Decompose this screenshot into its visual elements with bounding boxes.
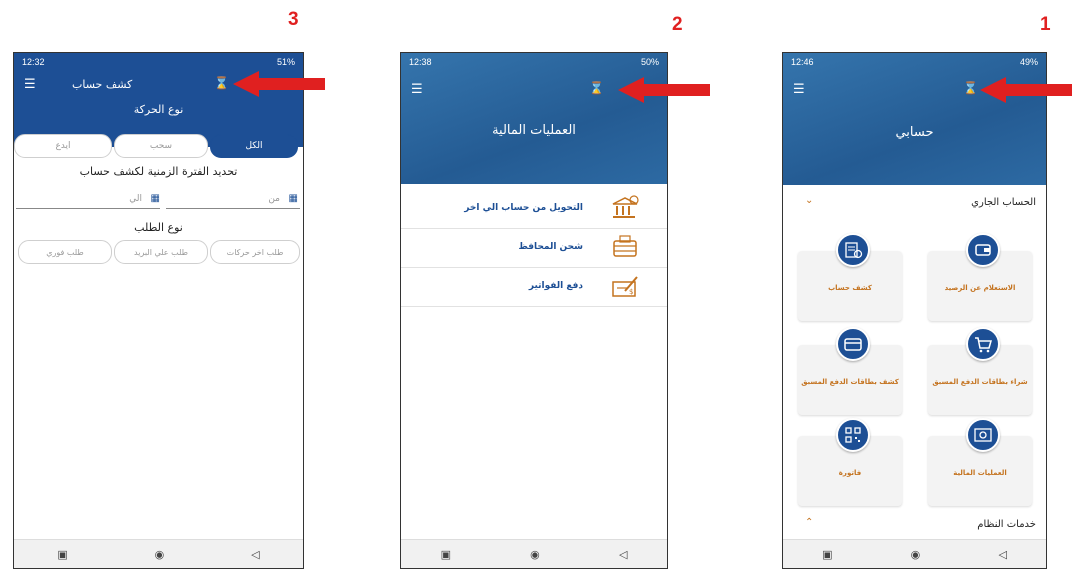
cart-icon: [966, 327, 1000, 361]
hamburger-icon[interactable]: ☰: [411, 83, 423, 96]
tile-label: فاتورة: [838, 469, 862, 477]
tile-account-statement[interactable]: كشف حساب: [798, 233, 902, 321]
section-current-label: الحساب الجاري: [971, 197, 1036, 208]
list-item-wallet-charge[interactable]: شحن المحافظ: [401, 229, 667, 268]
calendar-icon[interactable]: ▦: [289, 193, 298, 204]
step-number-2: 2: [672, 14, 683, 35]
hero-banner: 12:46 49% ☰ ⌛ حسابي: [783, 53, 1046, 185]
back-icon[interactable]: ◁: [619, 548, 627, 561]
tile-invoice[interactable]: فاتورة: [798, 418, 902, 506]
hourglass-icon[interactable]: ⌛: [963, 82, 978, 94]
tile-financial-operations[interactable]: العمليات المالية: [928, 418, 1032, 506]
transfer-label: التحويل من حساب الي اخر: [464, 203, 583, 213]
movement-type-title: نوع الحركة: [133, 103, 184, 116]
hourglass-icon[interactable]: ⌛: [589, 82, 604, 94]
request-instant[interactable]: طلب فوري: [18, 240, 112, 264]
step-number-1: 1: [1040, 14, 1051, 35]
recents-icon[interactable]: ▣: [57, 548, 67, 561]
system-nav-bar: ▣ ◉ ◁: [401, 539, 667, 568]
bank-icon: [612, 195, 639, 218]
page-title: كشف حساب: [72, 78, 133, 91]
pay-bills-label: دفع الفواتير: [528, 281, 583, 291]
chevron-down-icon[interactable]: ⌄: [805, 195, 813, 206]
red-arrow-icon: [618, 77, 710, 103]
wallet-charge-icon: [613, 235, 637, 257]
back-icon[interactable]: ◁: [998, 548, 1006, 561]
recents-icon[interactable]: ▣: [822, 548, 832, 561]
card-icon: [836, 327, 870, 361]
tile-label: الاستعلام عن الرصيد: [944, 284, 1016, 292]
hero-title: حسابي: [895, 125, 934, 140]
tile-buy-prepaid-cards[interactable]: شراء بطاقات الدفع المسبق: [928, 327, 1032, 415]
money-icon: [966, 418, 1000, 452]
status-time: 12:38: [409, 56, 432, 67]
home-icon[interactable]: ◉: [530, 548, 540, 561]
status-battery: 49%: [1019, 56, 1038, 67]
section-system-services[interactable]: ⌃ خدمات النظام: [793, 515, 1036, 535]
segment-deposit[interactable]: ايدع: [14, 134, 112, 158]
segment-all[interactable]: الكل: [210, 134, 298, 158]
tile-label: العمليات المالية: [953, 469, 1007, 477]
tile-label: شراء بطاقات الدفع المسبق: [932, 378, 1028, 386]
wallet-icon: [966, 233, 1000, 267]
from-label: من: [268, 194, 280, 204]
hourglass-icon[interactable]: ⌛: [214, 77, 229, 89]
status-bar: 12:38 50%: [401, 53, 667, 70]
phone-screen-my-account: 12:46 49% ☰ ⌛ حسابي ⌄ الحساب الجاري الاس…: [782, 52, 1047, 569]
request-by-mail[interactable]: طلب علي البريد: [114, 240, 208, 264]
list-item-transfer[interactable]: التحويل من حساب الي اخر: [401, 190, 667, 229]
tile-balance-inquiry[interactable]: الاستعلام عن الرصيد: [928, 233, 1032, 321]
home-icon[interactable]: ◉: [911, 548, 921, 561]
system-nav-bar: ▣ ◉ ◁: [14, 539, 303, 568]
calendar-icon[interactable]: ▦: [151, 193, 160, 204]
status-battery: 50%: [640, 56, 659, 67]
qr-icon: [836, 418, 870, 452]
back-icon[interactable]: ◁: [251, 548, 259, 561]
section-current-account[interactable]: ⌄ الحساب الجاري: [793, 193, 1036, 213]
list-item-pay-bills[interactable]: $ دفع الفواتير: [401, 268, 667, 307]
to-label: الي: [129, 194, 142, 204]
from-date-field[interactable]: ▦ من: [166, 192, 300, 209]
status-bar: 12:32 51%: [14, 53, 303, 70]
status-time: 12:46: [791, 56, 814, 67]
tile-label: كشف بطاقات الدفع المسبق: [801, 378, 899, 386]
hero-banner: 12:38 50% ☰ ⌛ العمليات المالية: [401, 53, 667, 184]
to-date-field[interactable]: ▦ الي: [16, 192, 160, 209]
phone-screen-account-statement: 12:32 51% ☰ كشف حساب ⌛ نوع الحركة الكل س…: [13, 52, 304, 569]
request-type-title: نوع الطلب: [134, 221, 183, 234]
hamburger-icon[interactable]: ☰: [24, 78, 36, 91]
hero-title: العمليات المالية: [492, 123, 576, 138]
bill-icon: $: [612, 276, 638, 297]
segment-withdraw[interactable]: سحب: [114, 134, 208, 158]
home-icon[interactable]: ◉: [155, 548, 165, 561]
status-battery: 51%: [276, 56, 295, 67]
svg-text:$: $: [629, 288, 633, 296]
status-time: 12:32: [22, 56, 45, 67]
tile-label: كشف حساب: [828, 284, 872, 292]
phone-screen-financial-operations: 12:38 50% ☰ ⌛ العمليات المالية التحويل م…: [400, 52, 668, 569]
recents-icon[interactable]: ▣: [441, 548, 451, 561]
system-nav-bar: ▣ ◉ ◁: [783, 539, 1046, 568]
statement-icon: [836, 233, 870, 267]
request-last-transactions[interactable]: طلب اخر حركات: [210, 240, 300, 264]
red-arrow-icon: [980, 77, 1072, 103]
status-bar: 12:46 49%: [783, 53, 1046, 70]
wallet-charge-label: شحن المحافظ: [518, 242, 583, 252]
red-arrow-icon: [233, 71, 325, 97]
tile-prepaid-cards-statement[interactable]: كشف بطاقات الدفع المسبق: [798, 327, 902, 415]
section-system-label: خدمات النظام: [977, 519, 1036, 530]
hamburger-icon[interactable]: ☰: [793, 83, 805, 96]
step-number-3: 3: [288, 9, 299, 30]
chevron-up-icon[interactable]: ⌃: [805, 517, 813, 528]
period-title: تحديد الفترة الزمنية لكشف حساب: [79, 165, 238, 178]
